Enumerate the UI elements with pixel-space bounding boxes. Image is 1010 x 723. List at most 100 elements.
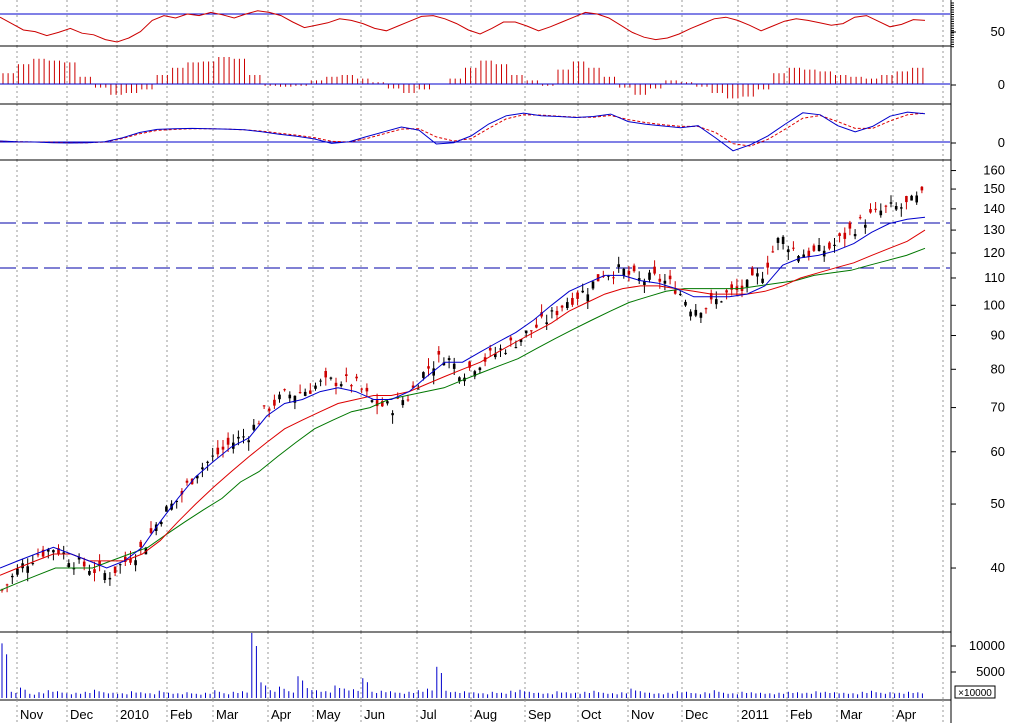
candle-body <box>319 380 322 382</box>
candle-body <box>858 217 862 219</box>
candle-body <box>160 522 163 525</box>
candle-body <box>843 232 847 239</box>
month-label: Dec <box>70 707 94 722</box>
candle-body <box>848 222 852 229</box>
candle-body <box>345 374 348 376</box>
candle-body <box>437 351 441 355</box>
candle-body <box>524 330 528 334</box>
candle-body <box>817 245 821 251</box>
month-label: May <box>316 707 341 722</box>
candle-body <box>627 271 631 275</box>
candle-body <box>427 366 430 369</box>
candle-body <box>776 238 780 243</box>
candle-body <box>756 273 759 277</box>
candle-body <box>52 550 55 553</box>
candle-body <box>550 310 554 312</box>
candle-body <box>329 377 333 379</box>
candle-body <box>67 563 71 568</box>
candle-body <box>139 541 142 547</box>
candle-body <box>273 399 276 406</box>
month-label: Aug <box>474 707 497 722</box>
month-label: Jul <box>420 707 437 722</box>
candle-body <box>499 348 502 350</box>
month-label: Apr <box>896 707 917 722</box>
candle-body <box>82 561 86 567</box>
candle-body <box>360 388 363 390</box>
candle-body <box>447 358 451 360</box>
rsi-axis-label: 50 <box>991 24 1005 39</box>
histogram-axis-label: 0 <box>998 77 1005 92</box>
candle-body <box>242 436 245 438</box>
candle-body <box>591 281 595 289</box>
candle-body <box>894 206 898 210</box>
candle-body <box>298 392 302 394</box>
candle-body <box>689 311 692 317</box>
candle-body <box>920 186 924 191</box>
candle-body <box>206 461 209 463</box>
candle-body <box>807 250 811 257</box>
month-label: Apr <box>271 707 292 722</box>
candle-body <box>658 278 662 282</box>
candle-body <box>324 371 327 378</box>
candle-body <box>247 440 250 443</box>
candle-body <box>792 247 795 249</box>
candle-body <box>694 309 698 316</box>
candle-body <box>165 506 168 512</box>
candle-body <box>668 275 672 280</box>
candle-body <box>643 281 646 285</box>
price-axis-label: 50 <box>991 496 1005 511</box>
month-label: Dec <box>685 707 709 722</box>
volume-axis-label: 5000 <box>976 664 1005 679</box>
candle-body <box>93 569 96 573</box>
volume-unit-label: ×10000 <box>958 688 992 699</box>
candle-body <box>283 389 286 391</box>
candle-body <box>704 308 708 310</box>
month-label: Feb <box>790 707 812 722</box>
month-label: Sep <box>528 707 551 722</box>
candle-body <box>560 305 564 308</box>
candle-body <box>853 234 857 237</box>
candle-body <box>653 266 656 274</box>
price-axis-label: 160 <box>983 163 1005 178</box>
candle-body <box>267 408 271 411</box>
candle-body <box>771 251 775 253</box>
candle-body <box>833 244 836 246</box>
price-axis-label: 150 <box>983 181 1005 196</box>
candle-body <box>288 394 292 399</box>
candle-body <box>134 560 137 566</box>
candle-body <box>725 290 728 293</box>
candle-body <box>869 209 872 213</box>
candle-body <box>458 377 461 381</box>
candle-body <box>699 312 703 318</box>
candle-body <box>781 236 785 244</box>
price-axis-label: 140 <box>983 201 1005 216</box>
price-axis-label: 40 <box>991 560 1005 575</box>
candle-body <box>237 436 240 439</box>
candle-body <box>108 577 112 580</box>
price-axis-label: 130 <box>983 222 1005 237</box>
candle-body <box>226 437 230 445</box>
candle-body <box>504 352 507 354</box>
candle-body <box>751 268 754 276</box>
candle-body <box>452 363 456 369</box>
stock-chart: 5000160150140130120110100908070605040100… <box>0 0 1010 723</box>
price-axis-label: 80 <box>991 361 1005 376</box>
candle-body <box>684 301 687 306</box>
candle-body <box>5 584 9 586</box>
candle-body <box>386 401 389 404</box>
candle-body <box>185 480 189 483</box>
candle-body <box>622 268 626 276</box>
candle-body <box>334 382 338 386</box>
price-axis-label: 90 <box>991 328 1005 343</box>
candle-body <box>26 566 29 573</box>
candle-body <box>118 564 122 566</box>
candle-body <box>663 280 667 284</box>
candle-body <box>581 290 584 293</box>
volume-axis-label: 10000 <box>969 638 1005 653</box>
candle-body <box>262 405 266 407</box>
candle-body <box>406 399 410 401</box>
candle-body <box>514 347 518 349</box>
price-axis-label: 100 <box>983 297 1005 312</box>
candle-body <box>720 301 723 303</box>
candle-body <box>88 571 91 575</box>
